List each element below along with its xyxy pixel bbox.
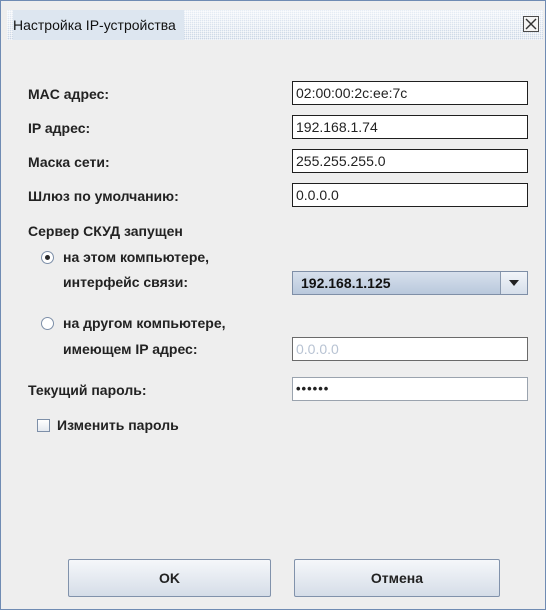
ip-field[interactable]: 192.168.1.74 — [292, 115, 528, 139]
server-heading: Сервер СКУД запущен — [28, 223, 183, 239]
gateway-field[interactable]: 0.0.0.0 — [292, 183, 528, 207]
radio-local-computer[interactable] — [41, 251, 54, 264]
radio-remote-computer[interactable] — [41, 317, 54, 330]
radio-remote-label-line2: имеющем IP адрес: — [63, 341, 198, 357]
dialog-window: Настройка IP-устройства MAC адрес: 02:00… — [0, 0, 546, 610]
radio-remote-label-line1: на другом компьютере, — [63, 315, 226, 331]
mac-label: MAC адрес: — [28, 86, 110, 102]
mac-field[interactable]: 02:00:00:2c:ee:7c — [292, 81, 528, 105]
remote-ip-field[interactable]: 0.0.0.0 — [292, 337, 528, 361]
ok-button[interactable]: OK — [68, 559, 271, 597]
close-button[interactable] — [523, 16, 539, 32]
chevron-down-icon — [509, 280, 519, 286]
gateway-label: Шлюз по умолчанию: — [28, 188, 179, 204]
change-password-checkbox[interactable] — [37, 419, 50, 432]
radio-local-label-line2: интерфейс связи: — [63, 274, 188, 290]
dialog-content: MAC адрес: 02:00:00:2c:ee:7c IP адрес: 1… — [10, 41, 536, 603]
password-field[interactable]: •••••• — [292, 377, 528, 401]
mask-field[interactable]: 255.255.255.0 — [292, 149, 528, 173]
password-label: Текущий пароль: — [28, 382, 147, 398]
window-title: Настройка IP-устройства — [13, 10, 184, 40]
interface-select[interactable]: 192.168.1.125 — [292, 271, 528, 295]
interface-select-value: 192.168.1.125 — [301, 275, 391, 291]
title-bar[interactable]: Настройка IP-устройства — [7, 10, 543, 40]
radio-local-label-line1: на этом компьютере, — [63, 249, 210, 265]
cancel-button[interactable]: Отмена — [294, 559, 500, 597]
change-password-label[interactable]: Изменить пароль — [57, 416, 179, 434]
mask-label: Маска сети: — [28, 154, 110, 170]
close-icon — [525, 18, 537, 30]
dropdown-arrow-button[interactable] — [500, 272, 527, 294]
ip-label: IP адрес: — [28, 120, 91, 136]
